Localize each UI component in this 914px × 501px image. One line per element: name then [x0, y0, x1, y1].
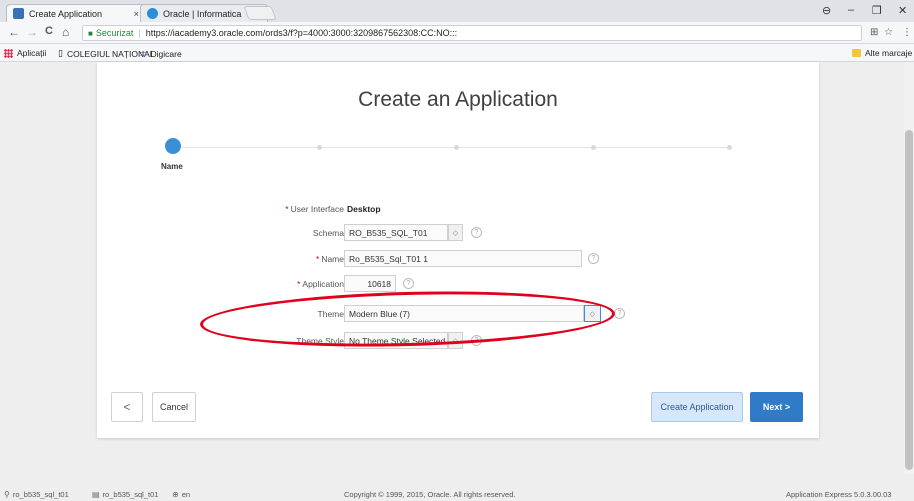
footer-user[interactable]: ⚲ ro_b535_sql_t01 [4, 490, 69, 499]
required-marker: * [297, 279, 301, 289]
wizard-step-dot [727, 145, 732, 150]
bookmark-label: Digicare [150, 48, 182, 59]
field-label-text: User Interface [290, 204, 344, 214]
wizard-step-dot [591, 145, 596, 150]
profile-icon[interactable]: ⊖ [822, 4, 831, 17]
address-bar: ← → C ⌂ ■ Securizat | https://iacademy3.… [0, 22, 914, 44]
wizard-step-label: Name [161, 162, 183, 171]
folder-icon [852, 49, 861, 57]
required-marker: * [285, 204, 289, 214]
name-input[interactable]: Ro_B535_Sql_T01 1 [344, 250, 582, 267]
user-icon: ⚲ [4, 490, 10, 499]
schema-select[interactable]: RO_B535_SQL_T01 [344, 224, 448, 241]
bookmark-other[interactable]: Alte marcaje [852, 48, 912, 58]
field-label-text: Application [302, 279, 344, 289]
page-title: Create an Application [358, 88, 558, 111]
theme-style-label: Theme Style [296, 336, 344, 346]
footer-user-text: ro_b535_sql_t01 [12, 490, 69, 499]
application-help-icon[interactable]: ? [403, 278, 414, 289]
bookmark-label: Alte marcaje [865, 48, 913, 58]
theme-style-select-arrow-icon[interactable]: ◇ [448, 332, 463, 349]
reload-icon[interactable]: C [45, 25, 53, 37]
theme-label: Theme [317, 309, 344, 319]
digicare-icon: ▭ [138, 48, 147, 58]
theme-style-help-icon[interactable]: ? [471, 335, 482, 346]
user-interface-label: * User Interface [285, 204, 344, 214]
forward-arrow-icon[interactable]: → [26, 25, 38, 39]
schema-label: Schema [312, 228, 344, 238]
bookmark-apps[interactable]: Aplicații [4, 48, 46, 58]
schema-select-arrow-icon[interactable]: ◇ [448, 224, 463, 241]
footer-workspace[interactable]: ▤ ro_b535_sql_t01 [92, 490, 158, 499]
url-separator: | [138, 28, 141, 38]
translate-icon[interactable]: ⊞ [870, 27, 878, 38]
minimize-icon[interactable]: – [848, 4, 854, 16]
tab-close-icon[interactable]: × [134, 9, 139, 19]
scrollbar-thumb[interactable] [905, 130, 913, 470]
theme-style-select[interactable]: No Theme Style Selected [344, 332, 448, 349]
maximize-icon[interactable]: ❐ [872, 4, 882, 17]
globe-icon: ⊕ [172, 490, 179, 499]
next-button[interactable]: Next > [750, 392, 803, 422]
page-footer: ⚲ ro_b535_sql_t01 ▤ ro_b535_sql_t01 ⊕ en… [0, 474, 914, 501]
theme-style-row: Theme Style No Theme Style Selected ◇ ? [97, 332, 819, 350]
schema-row: Schema RO_B535_SQL_T01 ◇ ? [97, 224, 819, 242]
new-tab-button[interactable] [243, 6, 277, 20]
wizard-step-dot [317, 145, 322, 150]
wordpress-favicon-icon [147, 8, 158, 19]
home-icon[interactable]: ⌂ [62, 25, 69, 39]
close-window-icon[interactable]: ✕ [898, 4, 907, 17]
lock-icon: ■ [88, 28, 93, 38]
back-button[interactable]: < [111, 392, 143, 422]
database-icon: ▤ [92, 490, 100, 499]
name-row: * Name Ro_B535_Sql_T01 1 ? [97, 250, 819, 268]
user-interface-row: * User Interface Desktop [97, 200, 819, 218]
bookmarks-bar: Aplicații ▯ COLEGIUL NAȚIONAL ▭ Digicare… [0, 44, 914, 62]
tab-title: Oracle | Informatica [163, 8, 242, 19]
theme-help-icon[interactable]: ? [614, 308, 625, 319]
bookmark-star-icon[interactable]: ☆ [884, 27, 893, 38]
bookmark-digicare[interactable]: ▭ Digicare [138, 48, 182, 59]
required-marker: * [316, 254, 320, 264]
url-text: https://iacademy3.oracle.com/ords3/f?p=4… [145, 28, 458, 38]
wizard-card: Create an Application Name * User Interfa… [97, 62, 819, 438]
theme-select-arrow-icon[interactable]: ◇ [584, 305, 601, 322]
schema-help-icon[interactable]: ? [471, 227, 482, 238]
back-arrow-icon[interactable]: ← [8, 25, 20, 39]
wizard-step-active [165, 138, 181, 154]
tab-create-application[interactable]: Create Application × [6, 4, 146, 22]
application-label: * Application [297, 279, 344, 289]
application-id-input[interactable]: 10618 [344, 275, 396, 292]
url-input[interactable]: ■ Securizat | https://iacademy3.oracle.c… [82, 25, 862, 41]
footer-workspace-text: ro_b535_sql_t01 [102, 490, 159, 499]
footer-language[interactable]: ⊕ en [172, 490, 190, 499]
create-application-button[interactable]: Create Application [651, 392, 743, 422]
cancel-button[interactable]: Cancel [152, 392, 196, 422]
wizard-step-dot [454, 145, 459, 150]
bookmark-label: Aplicații [17, 48, 47, 58]
footer-language-text: en [181, 490, 191, 499]
secure-label: Securizat [95, 28, 134, 38]
footer-copyright: Copyright © 1999, 2015, Oracle. All righ… [344, 490, 516, 499]
apps-grid-icon [4, 48, 13, 58]
user-interface-value: Desktop [347, 204, 381, 214]
browser-tab-strip: Create Application × Oracle | Informatic… [0, 0, 914, 22]
tab-title: Create Application [29, 8, 103, 19]
theme-row: Theme Modern Blue (7) ◇ ? [97, 305, 819, 323]
field-label-text: Name [321, 254, 344, 264]
name-label: * Name [316, 254, 344, 264]
name-help-icon[interactable]: ? [588, 253, 599, 264]
menu-icon[interactable]: ⋮ [902, 27, 912, 38]
footer-version: Application Express 5.0.3.00.03 [786, 490, 892, 499]
apex-favicon-icon [13, 8, 24, 19]
application-row: * Application 10618 ? [97, 275, 819, 293]
page-icon: ▯ [58, 48, 63, 58]
theme-select[interactable]: Modern Blue (7) [344, 305, 584, 322]
page-scrollbar[interactable] [904, 62, 914, 474]
